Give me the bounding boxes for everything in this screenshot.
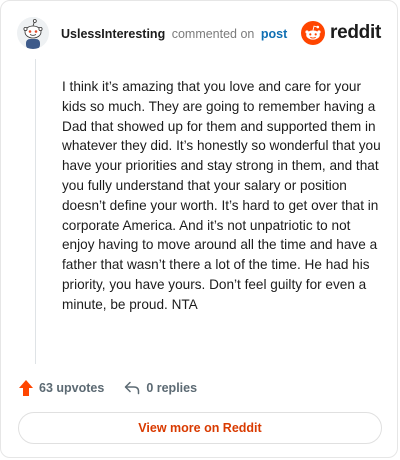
- snoo-avatar-icon: [17, 17, 49, 49]
- comment-body: I think it’s amazing that you love and c…: [62, 79, 381, 312]
- username-link[interactable]: UslessInteresting: [61, 27, 165, 41]
- view-more-button[interactable]: View more on Reddit: [18, 412, 382, 444]
- replies-count: 0 replies: [146, 381, 198, 395]
- commenter-line: UslessInteresting commented on post: [61, 26, 287, 42]
- reddit-logo[interactable]: reddit: [301, 20, 381, 46]
- reply-arrow-icon: [125, 381, 140, 395]
- comment-header: UslessInteresting commented on post redd…: [17, 17, 381, 49]
- user-avatar[interactable]: [17, 17, 49, 49]
- thread-line: [35, 59, 36, 364]
- comment-footer: 63 upvotes 0 replies: [19, 377, 197, 399]
- post-link[interactable]: post: [261, 27, 287, 41]
- upvotes-stat[interactable]: 63 upvotes: [19, 380, 104, 396]
- reddit-wordmark: reddit: [330, 22, 381, 43]
- comment-embed-card: UslessInteresting commented on post redd…: [0, 0, 398, 458]
- upvote-arrow-icon: [19, 380, 33, 396]
- comment-action-text: commented on: [171, 27, 255, 41]
- upvotes-count: 63 upvotes: [39, 381, 105, 395]
- replies-stat[interactable]: 0 replies: [124, 381, 197, 395]
- reddit-alien-icon: [301, 21, 326, 45]
